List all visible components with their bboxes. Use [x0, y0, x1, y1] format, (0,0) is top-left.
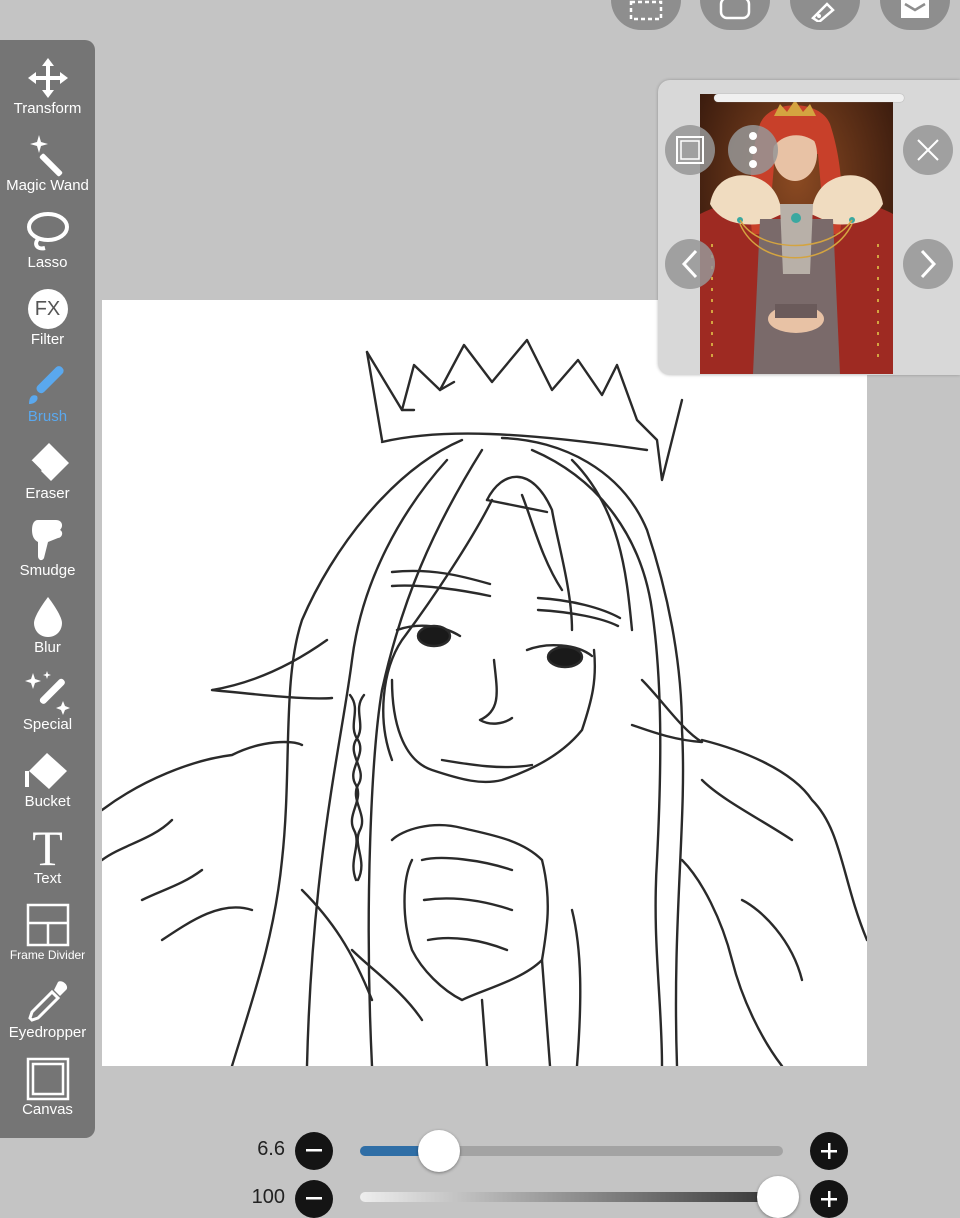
brush-size-decrease-button[interactable] [295, 1132, 333, 1170]
tool-lasso[interactable]: Lasso [0, 208, 95, 285]
lasso-icon [26, 212, 69, 251]
bucket-icon [24, 753, 67, 789]
tool-magic-wand[interactable]: Magic Wand [0, 131, 95, 208]
tool-panel: Transform Magic Wand Lasso FX Filter Bru… [0, 40, 95, 1138]
tool-label: Transform [13, 100, 82, 117]
minus-icon [306, 1197, 322, 1200]
reference-next-button[interactable] [903, 239, 953, 289]
smudge-icon [31, 520, 62, 561]
reference-close-button[interactable] [903, 125, 953, 175]
layer-icon [719, 0, 751, 20]
tool-label: Canvas [22, 1101, 73, 1118]
fx-icon: FX [27, 289, 68, 329]
minus-icon [306, 1149, 322, 1152]
tool-brush[interactable]: Brush [0, 362, 95, 439]
drawing-canvas[interactable] [102, 300, 867, 1066]
tool-eyedropper[interactable]: Eyedropper [0, 978, 95, 1055]
brush-size-knob[interactable] [417, 1130, 460, 1172]
tool-label: Eraser [25, 485, 70, 502]
brush-icon [28, 366, 64, 404]
tool-blur[interactable]: Blur [0, 593, 95, 670]
reference-window[interactable] [658, 80, 960, 375]
tool-label: Blur [34, 639, 61, 656]
brush-opacity-increase-button[interactable] [810, 1180, 848, 1218]
tool-eraser[interactable]: Eraser [0, 439, 95, 516]
sparkle-brush-icon [24, 671, 70, 715]
tool-label: Brush [27, 408, 68, 425]
selection-button[interactable] [611, 0, 681, 30]
tool-filter[interactable]: FX Filter [0, 285, 95, 362]
plus-icon [821, 1143, 837, 1159]
close-icon [917, 139, 939, 161]
reference-image [700, 94, 893, 374]
reference-square-button[interactable] [665, 125, 715, 175]
brush-opacity-knob[interactable] [757, 1176, 799, 1218]
tool-special[interactable]: Special [0, 670, 95, 747]
layers-panel-button[interactable] [880, 0, 950, 30]
reference-prev-button[interactable] [665, 239, 715, 289]
reference-menu-button[interactable] [728, 125, 778, 175]
tool-text[interactable]: T Text [0, 820, 95, 901]
brush-opacity-value: 100 [251, 1186, 285, 1208]
chevron-left-icon [681, 249, 698, 279]
tool-smudge[interactable]: Smudge [0, 516, 95, 593]
more-vertical-icon [749, 132, 757, 168]
drop-icon [33, 597, 62, 637]
canvas-icon [26, 1057, 69, 1101]
eraser-icon [29, 443, 69, 481]
tool-label: Magic Wand [6, 177, 89, 194]
tool-bucket[interactable]: Bucket [0, 747, 95, 824]
reference-drag-handle[interactable] [714, 94, 904, 102]
tool-label: Frame Divider [9, 948, 86, 962]
tool-frame-divider[interactable]: Frame Divider [0, 901, 95, 978]
chevron-right-icon [920, 249, 937, 279]
tool-label: Smudge [19, 562, 76, 579]
tool-label: Filter [30, 331, 65, 348]
tool-transform[interactable]: Transform [0, 54, 95, 131]
tool-label: Bucket [24, 793, 71, 810]
magic-wand-icon [29, 135, 62, 177]
eyedropper-icon [27, 981, 67, 1022]
brush-opacity-slider[interactable] [360, 1176, 799, 1218]
move-arrows-icon [27, 58, 68, 98]
selection-icon [629, 0, 663, 21]
tool-label: Special [22, 716, 73, 733]
brush-size-slider[interactable] [360, 1130, 783, 1172]
tool-label: Eyedropper [8, 1024, 87, 1041]
layer-button[interactable] [700, 0, 770, 30]
tool-label: Lasso [27, 254, 68, 271]
pen-icon [811, 2, 835, 22]
text-icon: T [32, 820, 63, 876]
tool-label: Text [33, 870, 62, 887]
frame-divider-icon [26, 903, 69, 947]
pen-button[interactable] [790, 0, 860, 30]
square-icon [676, 136, 704, 164]
tool-canvas[interactable]: Canvas [0, 1055, 95, 1132]
sketch-artwork [102, 338, 867, 1066]
brush-size-value: 6.6 [257, 1138, 285, 1160]
plus-icon [821, 1191, 837, 1207]
brush-size-increase-button[interactable] [810, 1132, 848, 1170]
layers-panel-icon [901, 0, 929, 18]
brush-opacity-decrease-button[interactable] [295, 1180, 333, 1218]
